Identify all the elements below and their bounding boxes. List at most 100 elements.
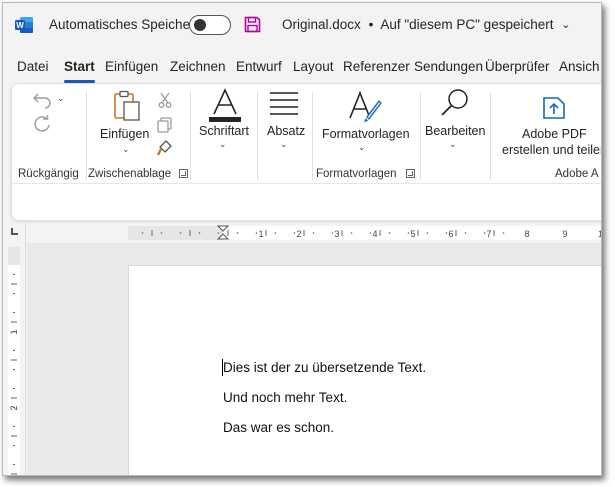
search-icon[interactable]: [440, 88, 470, 118]
tab-zeichnen[interactable]: Zeichnen: [170, 59, 226, 74]
redo-icon[interactable]: [32, 114, 52, 134]
horizontal-ruler[interactable]: 1 2 3 4 5 6 7 8 9 10: [128, 225, 602, 240]
svg-text:W: W: [16, 21, 24, 30]
ruler-dot: [255, 232, 258, 234]
tab-einfuegen[interactable]: Einfügen: [105, 59, 158, 74]
styles-launcher-icon[interactable]: [406, 169, 415, 178]
ruler-dot: [217, 232, 220, 234]
styles-icon[interactable]: [348, 90, 382, 124]
group-divider: [490, 92, 491, 180]
format-painter-icon[interactable]: [156, 140, 173, 156]
ruler-dot: [198, 232, 201, 234]
group-divider: [420, 92, 421, 180]
group-label-styles: Formatvorlagen: [316, 168, 397, 180]
ruler-label: 2: [9, 405, 19, 410]
clipboard-launcher-icon[interactable]: [179, 169, 188, 178]
word-logo-icon[interactable]: W: [15, 17, 33, 33]
copy-icon[interactable]: [157, 117, 173, 133]
tab-ansicht[interactable]: Ansich: [559, 59, 600, 74]
ruler-dot: [445, 232, 448, 234]
word-window: W Automatisches Speichern Original.docx …: [2, 2, 602, 476]
paste-button-label[interactable]: Einfügen: [100, 127, 149, 141]
document-page[interactable]: Dies ist der zu übersetzende Text. Und n…: [128, 265, 601, 475]
ruler-dot: [369, 232, 372, 234]
ruler-label: 9: [562, 229, 567, 239]
document-paragraph[interactable]: Und noch mehr Text.: [223, 390, 347, 405]
ruler-dot: [388, 232, 391, 234]
ruler-label: 6: [448, 229, 453, 239]
toggle-knob: [194, 19, 206, 31]
font-dropdown-icon[interactable]: ⌄: [219, 139, 227, 150]
ruler-label: 2: [296, 229, 301, 239]
font-icon[interactable]: [208, 88, 242, 122]
tab-referenzen[interactable]: Referenzer: [343, 59, 410, 74]
group-divider: [257, 92, 258, 180]
vertical-ruler-margin: [8, 247, 20, 265]
tab-entwurf[interactable]: Entwurf: [236, 59, 282, 74]
tab-ueberpruefen[interactable]: Überprüfer: [485, 59, 550, 74]
paragraph-icon[interactable]: [270, 92, 298, 116]
save-location: Auf "diesem PC" gespeichert: [380, 17, 554, 32]
title-separator: •: [368, 17, 374, 32]
ruler-label: 10: [598, 229, 602, 239]
ruler-dot: [464, 232, 467, 234]
group-divider: [190, 92, 191, 180]
undo-dropdown-icon[interactable]: ⌄: [57, 93, 65, 104]
ruler-dot: [350, 232, 353, 234]
ruler-dot: [407, 232, 410, 234]
ruler-label: 1: [258, 229, 263, 239]
ruler-dot: [293, 232, 296, 234]
document-paragraph[interactable]: Das war es schon.: [223, 420, 334, 435]
vertical-ruler-ticks: 12: [9, 274, 19, 475]
ruler-bar: 1 2 3 4 5 6 7 8 9 10: [3, 223, 601, 243]
group-divider: [86, 92, 87, 180]
ruler-label: 5: [410, 229, 415, 239]
ruler-label: 8: [524, 229, 529, 239]
ruler-dot: [274, 232, 277, 234]
ruler-divider: [25, 223, 26, 475]
autosave-toggle[interactable]: [189, 15, 231, 35]
paragraph-dropdown-icon[interactable]: ⌄: [280, 139, 288, 150]
document-title[interactable]: Original.docx • Auf "diesem PC" gespeich…: [282, 17, 570, 32]
ruler-dot: [502, 232, 505, 234]
tab-start[interactable]: Start: [64, 59, 95, 83]
group-label-undo: Rückgängig: [18, 168, 79, 180]
tab-layout[interactable]: Layout: [293, 59, 334, 74]
paste-icon[interactable]: [112, 90, 142, 122]
styles-dropdown-icon[interactable]: ⌄: [358, 142, 366, 153]
editing-button-label[interactable]: Bearbeiten: [425, 124, 485, 138]
paragraph-button-label[interactable]: Absatz: [267, 124, 305, 138]
group-label-adobe: Adobe A: [555, 168, 599, 180]
ruler-label: 4: [372, 229, 377, 239]
ruler-dot: [141, 232, 144, 234]
ruler-dot: [179, 232, 182, 234]
group-label-clipboard: Zwischenablage: [88, 168, 172, 180]
adobe-button-line2[interactable]: erstellen und teilen: [502, 143, 601, 157]
ruler-label: 3: [334, 229, 339, 239]
adobe-button-line1[interactable]: Adobe PDF: [522, 127, 587, 141]
adobe-pdf-icon[interactable]: [542, 94, 566, 120]
vertical-ruler[interactable]: 12: [8, 265, 20, 475]
ribbon: ⌄ Rückgängig Einfügen ⌄ Zwischenablage S…: [11, 83, 601, 221]
title-bar: W Automatisches Speichern Original.docx …: [3, 3, 601, 47]
save-icon[interactable]: [244, 16, 261, 33]
styles-button-label[interactable]: Formatvorlagen: [322, 127, 410, 141]
editing-dropdown-icon[interactable]: ⌄: [449, 139, 457, 150]
tab-sendungen[interactable]: Sendungen: [414, 59, 483, 74]
tab-selector-icon[interactable]: [11, 228, 18, 235]
horizontal-ruler-ticks: 1 2 3 4 5 6 7 8 9 10: [128, 225, 602, 240]
ruler-label: 7: [486, 229, 491, 239]
ribbon-tabs: Datei Start Einfügen Zeichnen Entwurf La…: [3, 53, 601, 83]
ribbon-divider: [12, 183, 601, 184]
paste-dropdown-icon[interactable]: ⌄: [122, 144, 130, 155]
undo-icon[interactable]: [32, 90, 54, 109]
document-paragraph[interactable]: Dies ist der zu übersetzende Text.: [223, 360, 426, 375]
ruler-label: 1: [9, 329, 19, 334]
cut-icon[interactable]: [158, 92, 172, 108]
chevron-down-icon[interactable]: ⌄: [561, 18, 570, 31]
ruler-dot: [312, 232, 315, 234]
font-button-label[interactable]: Schriftart: [199, 124, 249, 138]
ruler-dot: [331, 232, 334, 234]
ruler-dot: [160, 232, 163, 234]
tab-datei[interactable]: Datei: [17, 59, 49, 74]
